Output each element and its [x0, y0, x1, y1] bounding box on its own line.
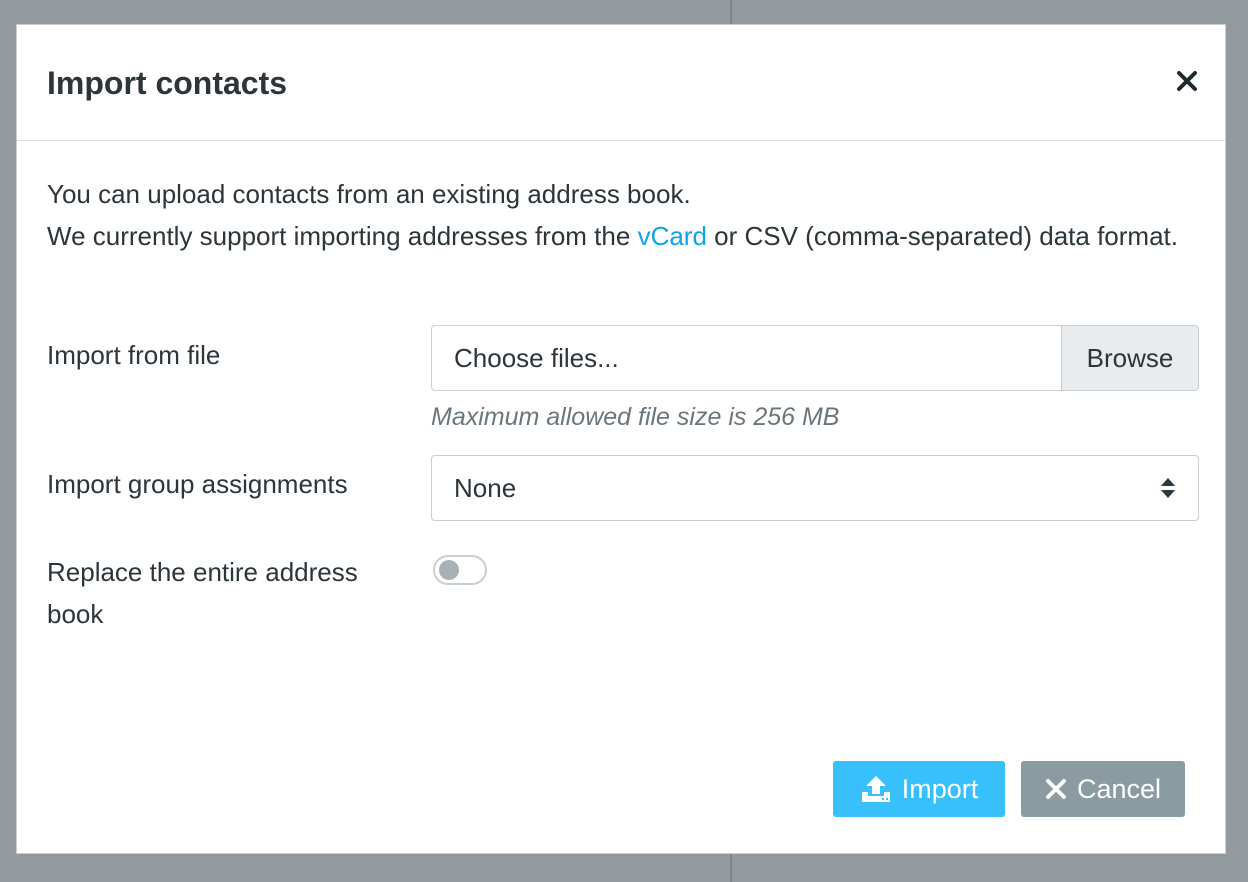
intro-line-1: You can upload contacts from an existing…: [47, 179, 691, 209]
import-button-label: Import: [901, 773, 979, 804]
file-size-hint: Maximum allowed file size is 256 MB: [431, 403, 840, 431]
file-input[interactable]: Choose files...: [432, 326, 1061, 390]
import-button[interactable]: Import: [833, 761, 1005, 817]
dialog-header: Import contacts: [17, 25, 1225, 141]
intro-text: You can upload contacts from an existing…: [47, 173, 1197, 257]
import-contacts-dialog: Import contacts You can upload contacts …: [16, 24, 1226, 854]
cancel-button-label: Cancel: [1076, 773, 1162, 804]
intro-line-2-end: or CSV (comma-separated) data format.: [706, 221, 1178, 251]
close-button[interactable]: [1173, 63, 1201, 99]
toggle-knob: [439, 560, 459, 580]
replace-address-book-label: Replace the entire address book: [47, 557, 358, 629]
intro-line-2-start: We currently support importing addresses…: [47, 221, 638, 251]
group-assignments-value: None: [454, 472, 517, 503]
import-file-label: Import from file: [47, 340, 221, 370]
vcard-link[interactable]: vCard: [638, 221, 707, 251]
close-icon: [1045, 779, 1066, 799]
group-assignments-label: Import group assignments: [47, 469, 348, 499]
browse-button[interactable]: Browse: [1061, 326, 1198, 390]
close-icon: [1177, 71, 1197, 91]
select-arrows-icon: [1161, 478, 1175, 498]
file-input-group: Choose files... Browse: [431, 325, 1199, 391]
dialog-title: Import contacts: [47, 65, 288, 101]
intro-line-2: We currently support importing addresses…: [47, 215, 1197, 257]
group-assignments-select[interactable]: None: [431, 455, 1199, 521]
cancel-button[interactable]: Cancel: [1021, 761, 1185, 817]
upload-icon: [861, 776, 890, 802]
replace-address-book-toggle[interactable]: [433, 555, 487, 585]
